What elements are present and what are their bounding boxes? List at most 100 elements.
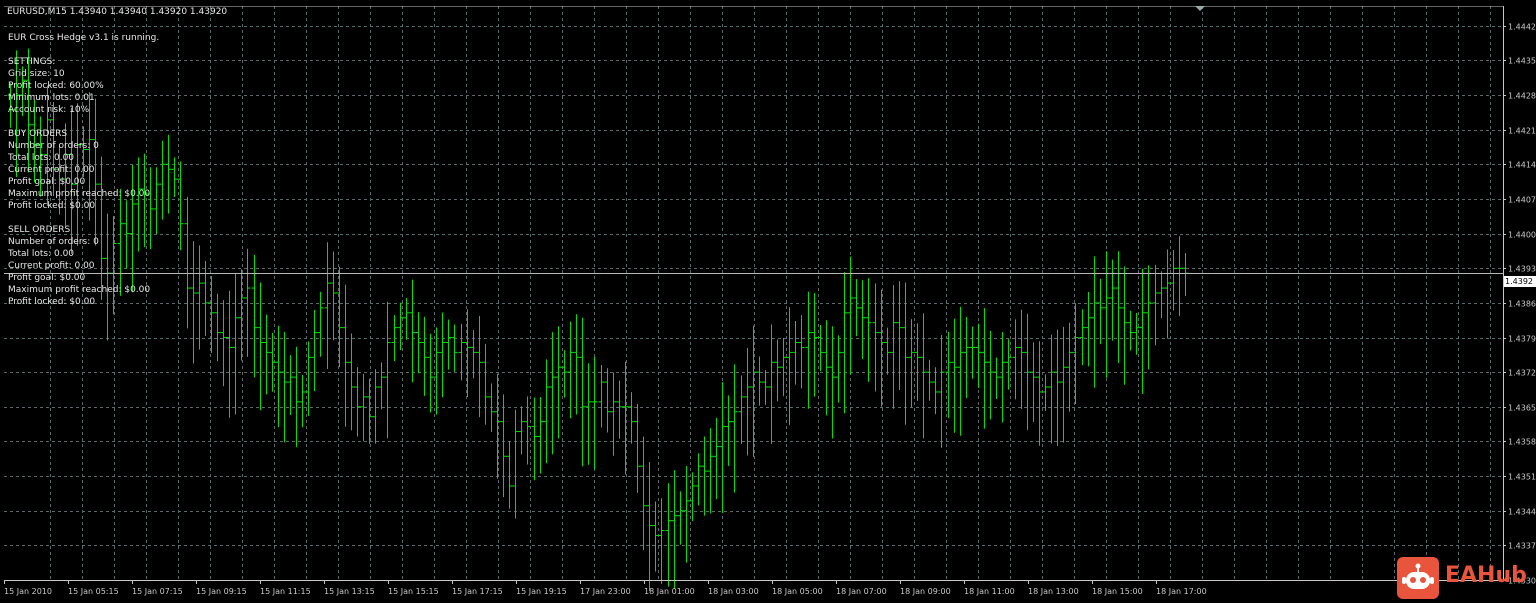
ohlc-bar [1145,265,1152,370]
settings-title: SETTINGS: [8,57,56,67]
chart-window[interactable]: 1.4442 1.4435 1.4428 1.4421 1.4414 1.4407 1.44… [0,0,1536,603]
ohlc-bar [725,395,732,466]
ohlc-bar [798,315,805,389]
ohlc-bar [610,372,617,456]
ohlc-bar [196,245,203,350]
ohlc-bar [366,378,373,444]
ohlc-bar [464,309,471,398]
ohlc-bar [598,364,605,428]
ohlc-bar [433,327,440,415]
ohlc-bar [1158,271,1165,319]
price-label: 1.4358 [1508,438,1536,447]
ohlc-bar [853,279,860,337]
ohlc-bar [1109,259,1116,341]
ohlc-bar [384,301,391,439]
ohlc-bar [890,285,897,409]
ohlc-bar [330,251,337,341]
ohlc-bar [872,283,879,392]
time-label: 18 Jan 13:00 [1028,587,1079,596]
sell-orders-title: SELL ORDERS [8,225,71,235]
ohlc-bar [427,333,434,413]
time-label: 17 Jan 23:00 [580,587,631,596]
ohlc-bar [524,396,531,465]
ohlc-bar [1012,319,1019,400]
ohlc-bar [689,472,696,522]
ohlc-bar [549,332,556,455]
price-axis-labels: 1.4442 1.4435 1.4428 1.4421 1.4414 1.4407 1.44… [1508,23,1536,586]
ohlc-bar [421,316,428,396]
ohlc-bar [671,470,678,589]
ohlc-bar [555,326,562,439]
time-label: 18 Jan 17:00 [1156,587,1207,596]
ohlc-bar [1176,236,1183,317]
time-axis-labels: 15 Jan 2010 15 Jan 05:15 15 Jan 07:15 15 Ja… [4,587,1207,596]
time-label: 18 Jan 07:00 [836,587,887,596]
time-label: 15 Jan 05:15 [68,587,119,596]
time-label: 15 Jan 13:15 [324,587,375,596]
ohlc-bar [342,284,349,427]
ohlc-bar [1060,326,1067,443]
ohlc-bar [494,373,501,479]
ohlc-bar [317,291,324,357]
price-label: 1.4414 [1508,161,1536,170]
ohlc-bar [226,290,233,418]
time-label: 18 Jan 03:00 [708,587,759,596]
ohlc-bar [1030,342,1037,422]
ohlc-bar [184,196,191,329]
ohlc-bar [573,314,580,415]
ohlc-bar [238,269,245,361]
ohlc-bar [403,298,410,340]
ohlc-bar [884,327,891,375]
ohlc-bar [257,282,264,411]
time-label: 15 Jan 09:15 [196,587,247,596]
robot-logo-icon [1397,557,1439,599]
ohlc-bars [7,48,1189,592]
price-label: 1.4421 [1508,127,1536,136]
ohlc-bar [202,261,209,336]
buy-orders-title: BUY ORDERS [8,129,68,139]
ohlc-bar [409,279,416,383]
time-label: 18 Jan 01:00 [644,587,695,596]
ohlc-bar [878,289,885,407]
ohlc-bar [762,370,769,405]
ohlc-bar [470,330,477,379]
price-label: 1.4400 [1508,231,1536,240]
ohlc-bar [707,428,714,514]
minimum-lots-text: Minimum lots: 0.01 [8,93,95,103]
ohlc-bar [585,363,592,465]
price-label: 1.4407 [1508,196,1536,205]
ohlc-bar [914,323,921,401]
ohlc-bar [445,319,452,370]
ohlc-bar [1170,249,1177,311]
ohlc-bar [634,403,641,493]
ohlc-bar [1152,264,1159,346]
ohlc-bar [932,367,939,415]
ohlc-bar [628,392,635,444]
ohlc-bar [902,282,909,425]
ohlc-bar [269,332,276,392]
time-label: 18 Jan 11:00 [964,587,1015,596]
ohlc-bar [847,256,854,375]
sell-total-lots: Total lots: 0.00 [8,249,75,259]
ohlc-bar [780,337,787,397]
ohlc-bar [987,330,994,420]
ohlc-bar [865,278,872,382]
time-label: 15 Jan 07:15 [132,587,183,596]
price-label: 1.4386 [1508,300,1536,309]
ohlc-bar [1048,334,1055,444]
ohlc-bar [287,355,294,416]
grid-size-text: Grid size: 10 [8,69,65,79]
ohlc-bar [1182,253,1189,297]
ohlc-bar [482,343,489,425]
price-chart[interactable]: 1.4442 1.4435 1.4428 1.4421 1.4414 1.4407 1.44… [0,0,1536,603]
ohlc-bar [299,375,306,428]
ea-running-text: EUR Cross Hedge v3.1 is running. [8,33,160,43]
ohlc-bar [969,326,976,379]
ohlc-bar [768,324,775,444]
ohlc-bar [1054,329,1061,446]
ohlc-bar [415,312,422,374]
ohlc-bar [616,380,623,439]
ohlc-bar [774,339,781,402]
ohlc-bar [451,324,458,372]
current-price-tag: 1.4392 [1504,276,1536,287]
